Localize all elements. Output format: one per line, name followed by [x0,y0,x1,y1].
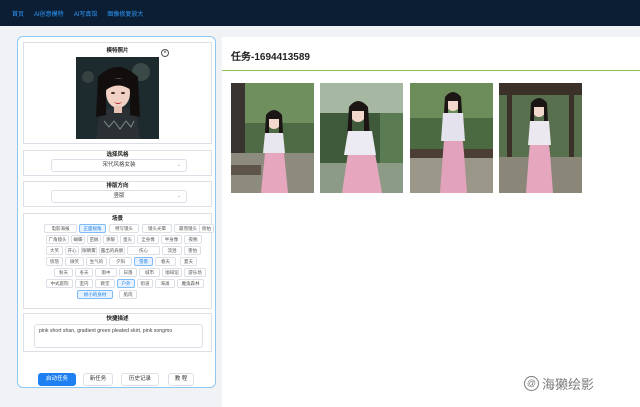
scene-tag[interactable]: 眼睛雾 [81,246,97,255]
scene-tag[interactable]: 露出的肩膀 [99,246,125,255]
model-photo[interactable] [76,57,159,139]
scene-tag[interactable]: 教堂 [95,279,115,288]
watermark: @ 海獭绘影 [524,374,594,393]
chevron-down-icon: ⌄ [176,162,181,168]
title-divider [222,70,640,71]
quick-desc-section: 快捷描述 pink short shan, gradient green ple… [23,313,212,352]
result-photo [231,83,314,193]
scene-tag[interactable]: 日落 [119,268,137,277]
result-photo [320,83,403,193]
scene-tag[interactable]: 秋天 [54,268,73,277]
scene-tag[interactable]: 咖啡馆 [162,268,182,277]
nav-image-upscale[interactable]: 图像修复放大 [107,9,143,18]
scene-tag[interactable]: 雪景 [134,257,153,266]
tutorial-button[interactable]: 教 程 [168,373,194,386]
scene-tag[interactable]: 雨中 [95,268,117,277]
scene-tag[interactable]: 城市 [139,268,160,277]
quick-desc-input[interactable]: pink short shan, gradient green pleated … [34,324,203,348]
nav-ai-model[interactable]: AI创意模特 [34,9,64,18]
chevron-down-icon: ⌄ [176,193,181,199]
scene-tag[interactable]: 魔鬼森林 [177,279,204,288]
quick-desc-title: 快捷描述 [106,316,129,322]
scene-tag[interactable]: 害怕 [184,246,201,255]
remove-photo-icon[interactable]: × [161,49,169,57]
model-portrait-image [76,57,159,139]
scene-tag[interactable]: 蝴蝶 [71,235,85,244]
scene-tag[interactable]: 游乐场 [184,268,206,277]
direction-select-value: 竖版 [113,193,125,199]
direction-select[interactable]: 竖版 ⌄ [51,190,187,203]
result-photo [410,83,493,193]
history-button[interactable]: 历史记录 [121,373,159,386]
result-image-3[interactable] [410,83,493,193]
nav-ai-portrait[interactable]: AI写真馆 [74,9,98,18]
new-task-button[interactable]: 新任务 [83,373,113,386]
scene-tag[interactable]: 电影海报 [44,224,77,233]
result-image-2[interactable] [320,83,403,193]
style-select-value: 宋代风格女装 [102,162,136,168]
scene-tag[interactable]: 广角镜头 [46,235,69,244]
result-photo [499,83,582,193]
scene-tag[interactable]: 全身像 [137,235,159,244]
style-section: 选择风格 宋代风格女装 ⌄ [23,150,212,176]
scene-title: 场景 [111,216,123,222]
scene-tag[interactable]: 蛋头 [120,235,135,244]
scene-tag[interactable]: 镜头光晕 [142,224,172,233]
task-title: 任务-1694413589 [231,52,310,63]
scene-tag[interactable]: 流泪 [162,246,182,255]
result-image-4[interactable] [499,83,582,193]
scene-tag[interactable]: 中式庭院 [46,279,73,288]
nav-home[interactable]: 首页 [12,9,24,18]
scene-tag[interactable]: 伤心 [127,246,160,255]
scene-tag[interactable]: 半身像 [161,235,182,244]
scene-tag[interactable]: 正面视角 [79,224,106,233]
scene-tag[interactable]: 肌肉 [119,290,137,299]
scene-tag[interactable]: 春天 [155,257,176,266]
scene-tag[interactable]: 海滩 [155,279,175,288]
model-photo-section: 模特照片 × [23,42,212,144]
scene-tag[interactable]: 夜晚 [184,235,202,244]
scene-tag[interactable]: 生气的 [86,257,107,266]
results-area: 任务-1694413589 [222,37,640,407]
style-select[interactable]: 宋代风格女装 ⌄ [51,159,187,172]
scene-tag[interactable]: 愤怒 [46,257,63,266]
watermark-logo-icon: @ [524,376,539,391]
watermark-text: 海獭绘影 [542,377,595,392]
scene-tag[interactable]: 微笑 [65,257,84,266]
scene-tag[interactable]: 冬天 [75,268,93,277]
result-image-1[interactable] [231,83,314,193]
scene-tag[interactable]: 夕阳 [109,257,132,266]
scene-tag[interactable]: 娇小的身材 [77,290,113,299]
model-photo-title: 模特照片 [106,48,129,54]
settings-panel: 模特照片 × 选择风格 宋代风格女装 ⌄ 排版方向 竖版 ⌄ 场景 电影海报 正… [17,36,216,388]
scene-tag[interactable]: 街道 [137,279,153,288]
start-task-button[interactable]: 启动任务 [38,373,76,386]
direction-title: 排版方向 [106,183,129,189]
scene-tag[interactable]: 开心 [65,246,79,255]
scene-tag[interactable]: 室内 [75,279,93,288]
scene-tag[interactable]: 俯拍 [199,224,214,233]
scene-section: 场景 电影海报 正面视角 特写镜头 镜头光晕 最而镜头 俯拍广角镜头 蝴蝶 苗脉 蒸暖 蛋头 全身像… [23,213,214,309]
scene-tag[interactable]: 大笑 [46,246,63,255]
top-nav: 首页 AI创意模特 AI写真馆 图像修复放大 [0,0,640,26]
scene-tag[interactable]: 夏天 [180,257,197,266]
scene-tag[interactable]: 蒸暖 [103,235,118,244]
direction-section: 排版方向 竖版 ⌄ [23,181,212,207]
scene-tag[interactable]: 户外 [117,279,135,288]
scene-tag[interactable]: 特写镜头 [109,224,139,233]
scene-tag[interactable]: 苗脉 [87,235,101,244]
style-title: 选择风格 [106,152,129,158]
scene-tag[interactable]: 最而镜头 [174,224,202,233]
